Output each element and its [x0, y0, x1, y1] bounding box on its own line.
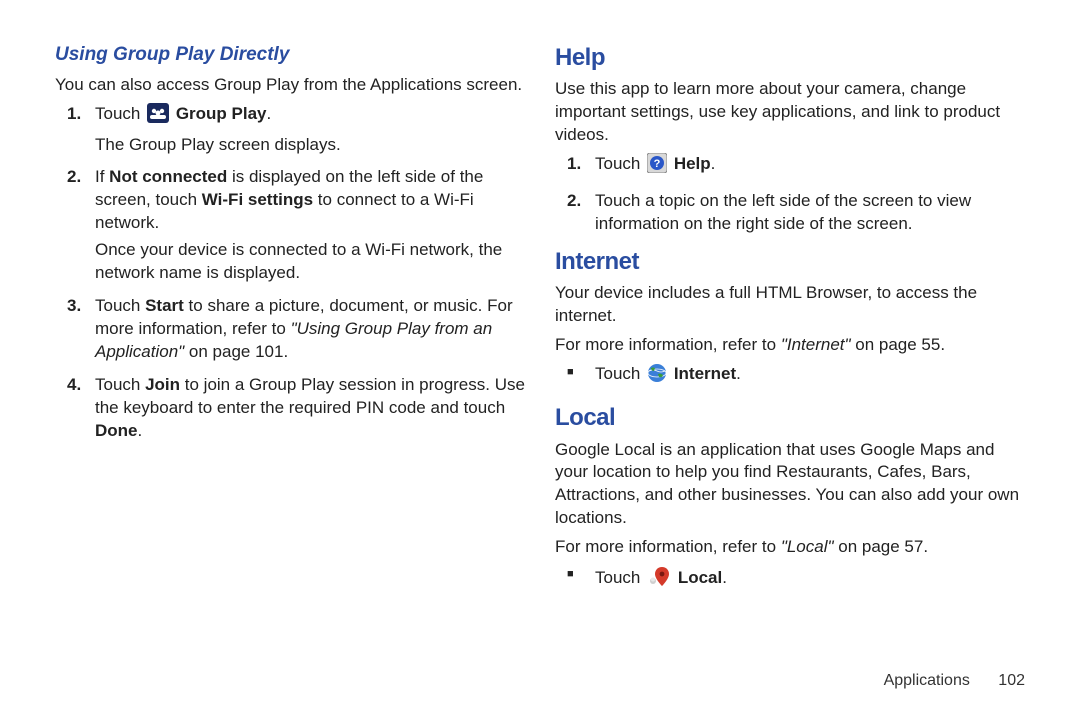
step-4: Touch Join to join a Group Play session …: [55, 374, 525, 443]
internet-bullet-pre: Touch: [595, 364, 645, 383]
step-1: Touch Group Play. The Group Play screen …: [55, 103, 525, 157]
globe-icon: [647, 363, 667, 390]
step4-b2: Done: [95, 421, 138, 440]
local-bullet-bold: Local: [678, 568, 722, 587]
local-ref-pre: For more information, refer to: [555, 537, 781, 556]
step3-tail: on page 101.: [184, 342, 288, 361]
step4-b1: Join: [145, 375, 180, 394]
step-2: If Not connected is displayed on the lef…: [55, 166, 525, 285]
help-step1-pre: Touch: [595, 154, 645, 173]
heading-help: Help: [555, 42, 1025, 74]
intro-group-play: You can also access Group Play from the …: [55, 74, 525, 97]
help-step1-tail: .: [711, 154, 716, 173]
internet-ref-tail: on page 55.: [851, 335, 946, 354]
subheading-group-play: Using Group Play Directly: [55, 42, 525, 68]
manual-page: Using Group Play Directly You can also a…: [0, 0, 1080, 720]
heading-internet: Internet: [555, 246, 1025, 278]
local-ref-tail: on page 57.: [834, 537, 929, 556]
local-bullet: Touch Local.: [555, 565, 1025, 594]
step2-sub: Once your device is connected to a Wi-Fi…: [95, 239, 525, 285]
help-steps: Touch ? Help. Touch a topic on the left …: [555, 153, 1025, 236]
internet-ref-pre: For more information, refer to: [555, 335, 781, 354]
footer-page-number: 102: [998, 672, 1025, 689]
group-play-steps: Touch Group Play. The Group Play screen …: [55, 103, 525, 443]
internet-bullet: Touch Internet.: [555, 363, 1025, 390]
step3-b1: Start: [145, 296, 184, 315]
local-pin-icon: [647, 565, 671, 594]
step4-tail: .: [138, 421, 143, 440]
step1-bold: Group Play: [176, 104, 267, 123]
local-ref-italic: "Local": [781, 537, 834, 556]
help-intro: Use this app to learn more about your ca…: [555, 78, 1025, 147]
step3-pre: Touch: [95, 296, 145, 315]
group-play-icon: [147, 103, 169, 130]
internet-bullet-bold: Internet: [674, 364, 736, 383]
svg-text:?: ?: [654, 158, 661, 170]
internet-intro: Your device includes a full HTML Browser…: [555, 282, 1025, 328]
help-icon: ?: [647, 153, 667, 180]
step1-tail: .: [267, 104, 272, 123]
right-column: Help Use this app to learn more about yo…: [555, 42, 1025, 690]
step-3: Touch Start to share a picture, document…: [55, 295, 525, 364]
step2-b1: Not connected: [109, 167, 227, 186]
step2-pre: If: [95, 167, 109, 186]
page-footer: Applications 102: [884, 670, 1025, 692]
help-step-1: Touch ? Help.: [555, 153, 1025, 180]
step4-pre: Touch: [95, 375, 145, 394]
local-bullet-pre: Touch: [595, 568, 645, 587]
step2-b2: Wi-Fi settings: [202, 190, 313, 209]
footer-section: Applications: [884, 672, 970, 689]
heading-local: Local: [555, 402, 1025, 434]
local-ref: For more information, refer to "Local" o…: [555, 536, 1025, 559]
help-step-2: Touch a topic on the left side of the sc…: [555, 190, 1025, 236]
left-column: Using Group Play Directly You can also a…: [55, 42, 525, 690]
local-intro: Google Local is an application that uses…: [555, 439, 1025, 531]
step1-pre: Touch: [95, 104, 145, 123]
step1-sub: The Group Play screen displays.: [95, 134, 525, 157]
internet-bullet-tail: .: [736, 364, 741, 383]
help-step1-bold: Help: [674, 154, 711, 173]
internet-ref-italic: "Internet": [781, 335, 851, 354]
local-bullet-tail: .: [722, 568, 727, 587]
internet-ref: For more information, refer to "Internet…: [555, 334, 1025, 357]
